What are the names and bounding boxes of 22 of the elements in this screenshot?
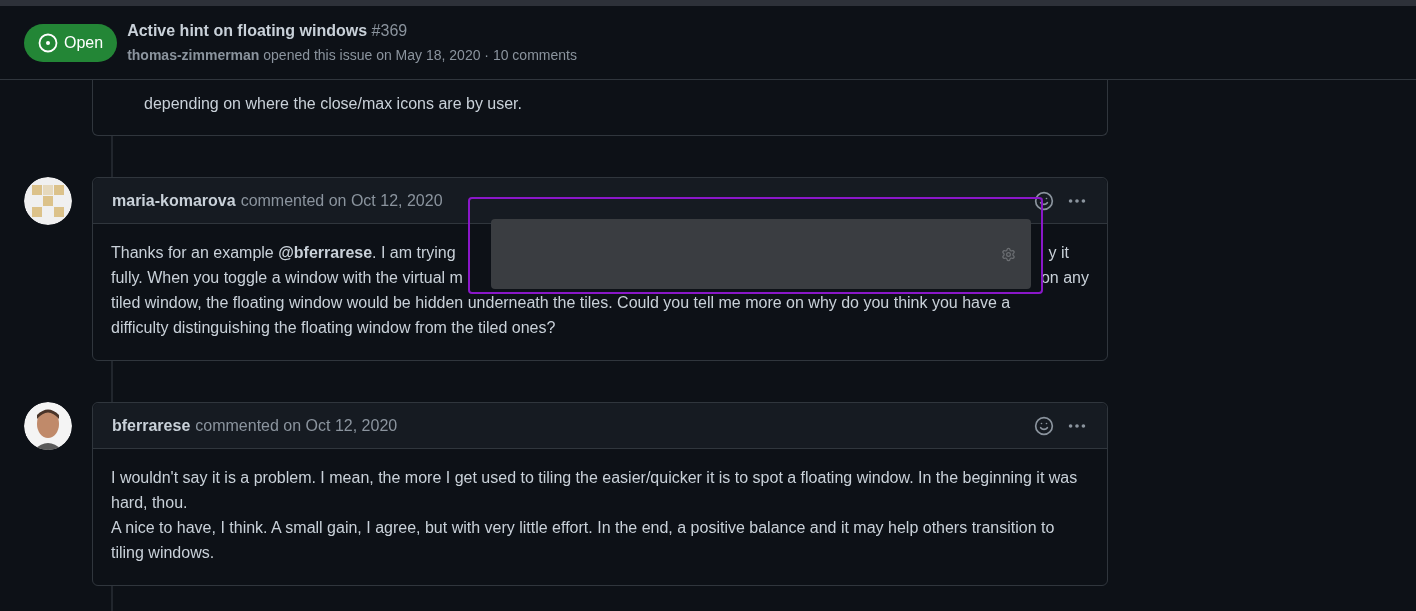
avatar[interactable] xyxy=(24,402,72,450)
comment-text: A nice to have, I think. A small gain, I agree, but with very little effort. In the end, a positive balance and it may help others transition to tiling windows. xyxy=(111,518,1056,563)
comment-text: tiled window, the floating window would be hidden underneath the tiles. Could you tell me more on why do you think you have a xyxy=(111,293,1011,313)
issue-meta: opened this issue on May 18, 2020 · 10 comments xyxy=(263,47,577,63)
comment-text: fully. When you toggle a window with the virtual m xyxy=(111,268,463,288)
comment-text: difficulty distinguishing the floating window from the tiled ones? xyxy=(111,318,556,338)
comment-text: depending on where the close/max icons are by user. xyxy=(144,94,523,114)
comment-author[interactable]: maria-komarova xyxy=(112,188,236,213)
open-issue-icon xyxy=(38,32,58,53)
comment-date: commented on Oct 12, 2020 xyxy=(240,190,443,211)
comment-author[interactable]: bferrarese xyxy=(112,413,191,438)
status-badge: Open xyxy=(24,23,118,62)
comment-text: I wouldn't say it is a problem. I mean, the more I get used to tiling the easier/quicker it is to spot a floating window. In the beginning it was hard, thou. xyxy=(111,468,1079,513)
emoji-icon[interactable] xyxy=(1034,190,1054,211)
comment-text: Thanks for an example @bferrarese. I am trying xyxy=(111,243,456,263)
issue-number: #369 xyxy=(371,22,408,39)
comment-text: y it xyxy=(1048,243,1069,263)
issue-author[interactable]: thomas-zimmerman xyxy=(127,47,260,63)
avatar[interactable] xyxy=(24,177,72,225)
emoji-icon[interactable] xyxy=(1034,415,1054,436)
comment-date: commented on Oct 12, 2020 xyxy=(195,415,398,436)
issue-title: Active hint on floating windows xyxy=(127,22,368,39)
